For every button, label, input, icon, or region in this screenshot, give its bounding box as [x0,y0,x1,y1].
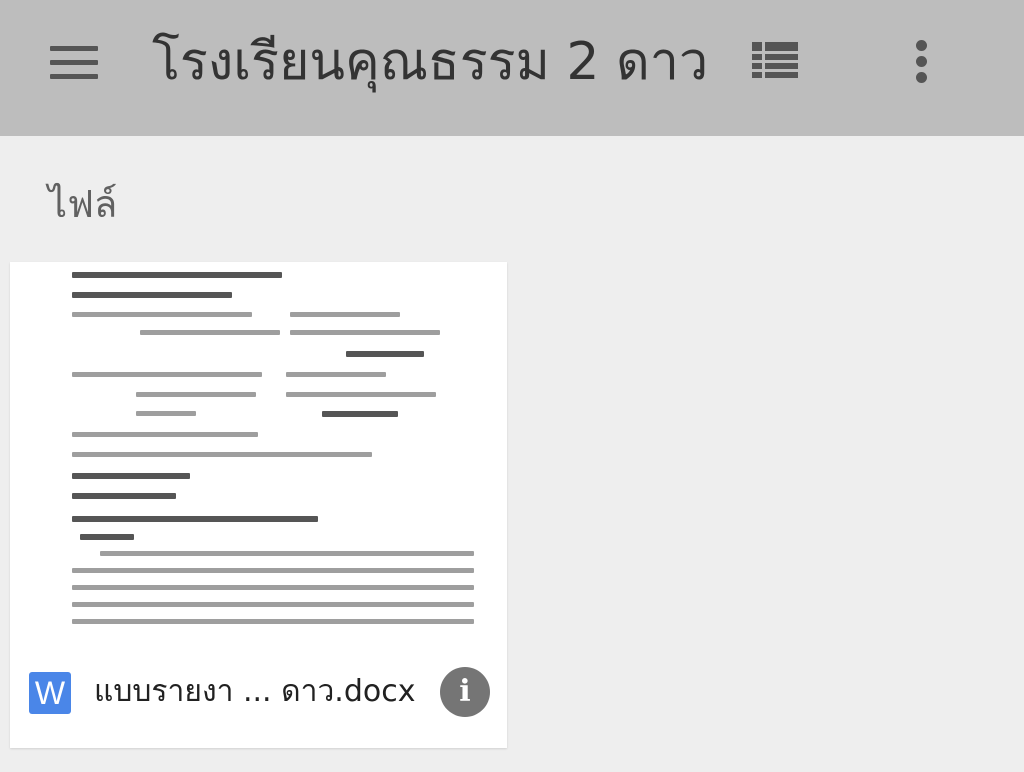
more-vert-icon[interactable] [900,34,944,88]
app-bar-title: โรงเรียนคุณธรรม 2 ดาว [152,32,709,92]
list-view-icon[interactable] [748,38,804,84]
file-name[interactable]: แบบรายงา ... ดาว.docx [94,664,424,720]
hamburger-menu-icon[interactable] [44,40,104,84]
file-card[interactable]: W แบบรายงา ... ดาว.docx i [10,262,507,748]
files-section-label: ไฟล์ [48,182,118,226]
file-footer: W แบบรายงา ... ดาว.docx i [10,642,507,748]
app-bar: โรงเรียนคุณธรรม 2 ดาว [0,0,1024,136]
info-icon[interactable]: i [440,667,490,717]
document-preview [10,262,507,642]
word-doc-icon: W [29,672,71,714]
